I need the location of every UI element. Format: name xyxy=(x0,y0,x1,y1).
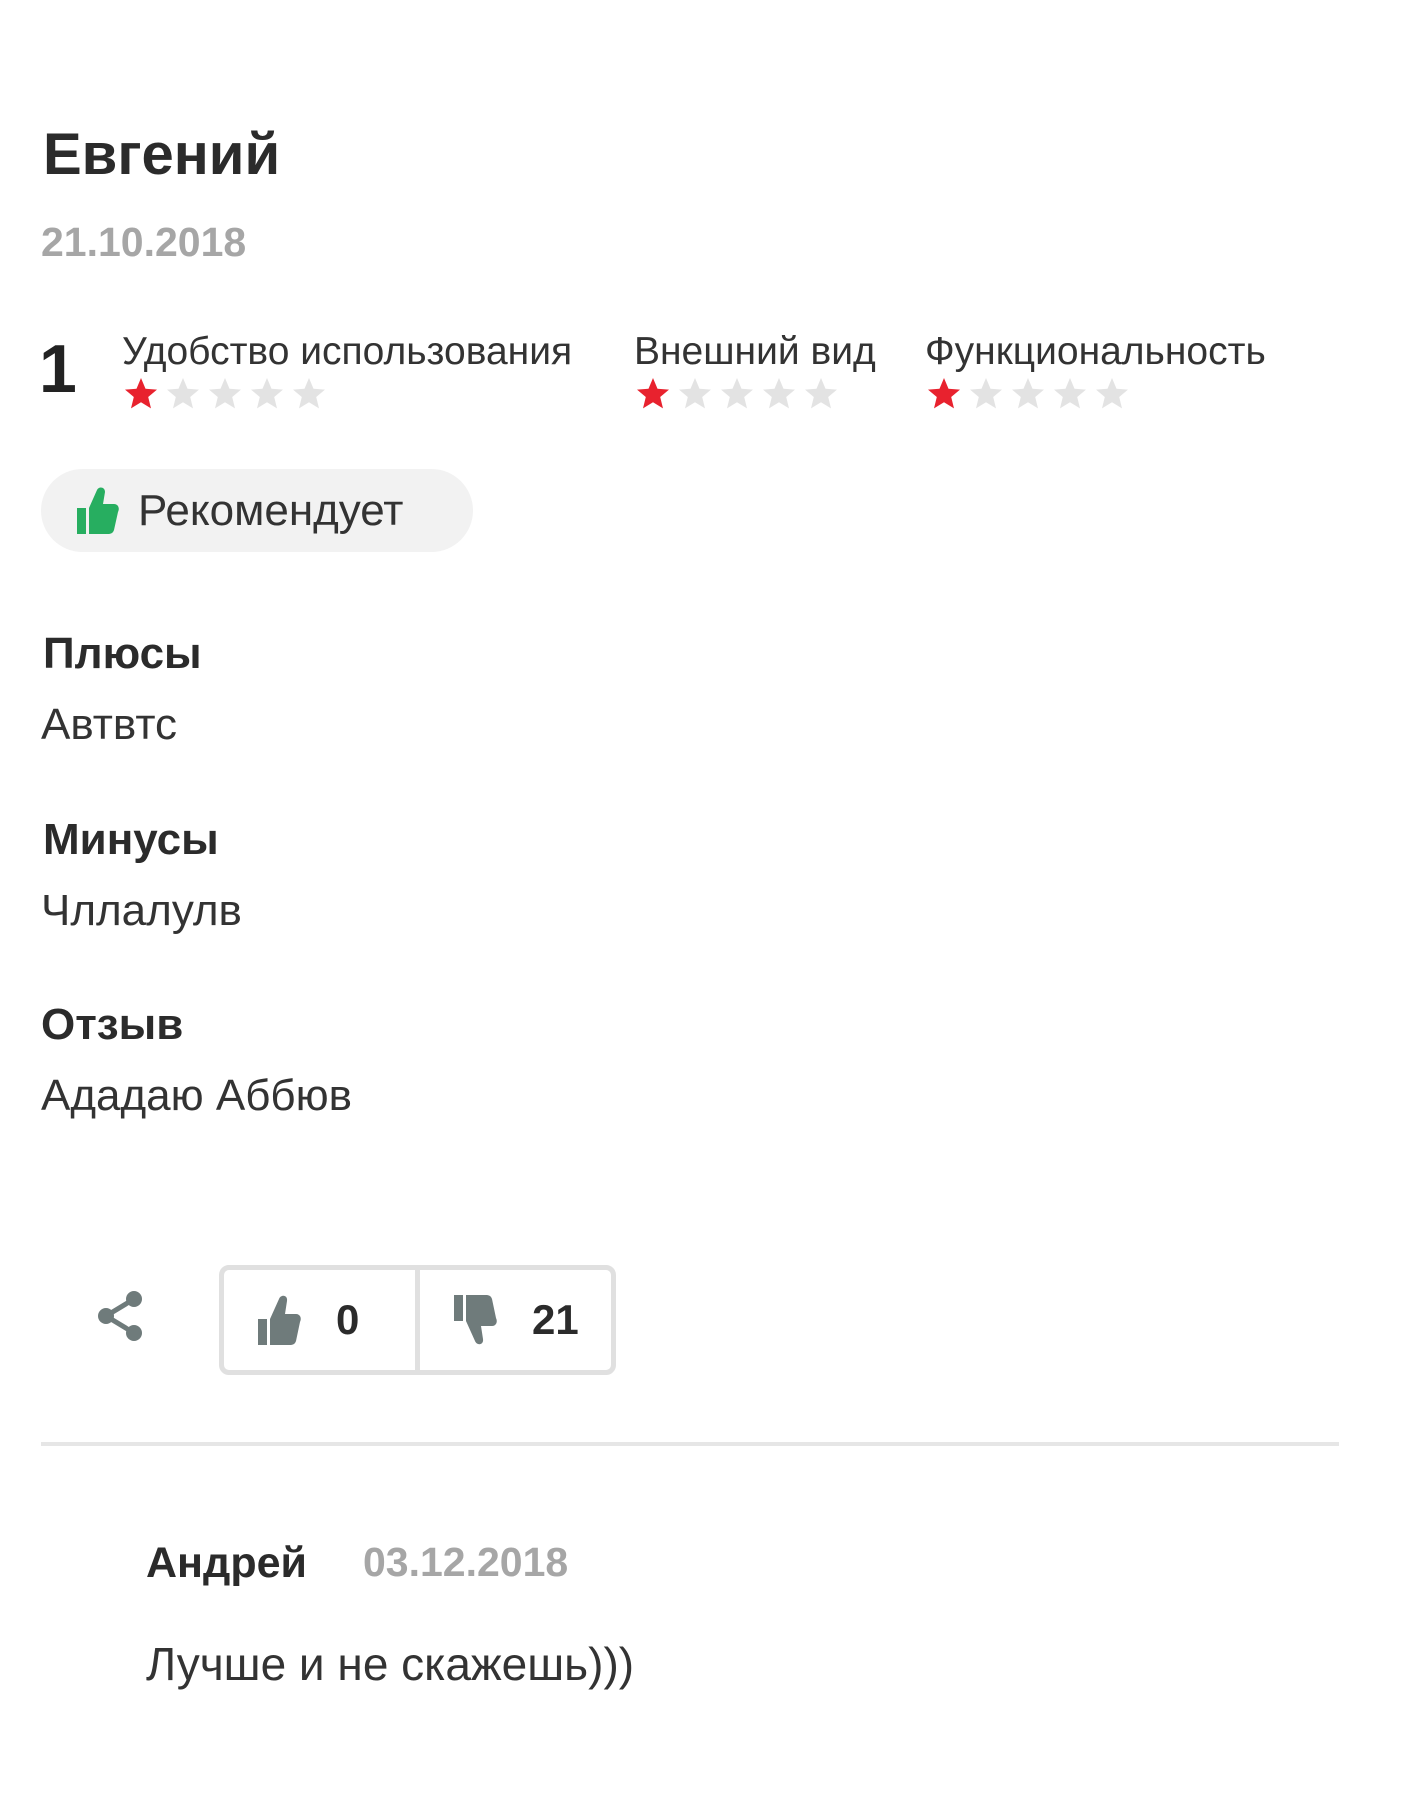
pros-text: Автвтс xyxy=(41,700,177,749)
criterion-functionality: Функциональность xyxy=(925,332,1266,411)
dislike-count: 21 xyxy=(532,1296,579,1343)
criterion-usability: Удобство использования xyxy=(122,332,572,411)
like-count: 0 xyxy=(336,1296,360,1343)
thumbs-down-icon xyxy=(454,1295,497,1345)
recommend-badge: Рекомендует xyxy=(41,469,473,552)
thumbs-up-icon xyxy=(258,1295,301,1345)
star-rating xyxy=(636,377,876,411)
review-date: 21.10.2018 xyxy=(41,219,247,265)
star-empty-icon xyxy=(1012,378,1044,409)
star-empty-icon xyxy=(721,378,753,409)
star-rating xyxy=(927,377,1266,411)
share-icon[interactable] xyxy=(96,1290,144,1342)
star-empty-icon xyxy=(1054,378,1086,409)
recommend-label: Рекомендует xyxy=(138,485,404,535)
star-empty-icon xyxy=(251,378,283,409)
comment-date: 03.12.2018 xyxy=(363,1539,569,1585)
star-filled-icon xyxy=(928,378,960,409)
review-body-text: Ададаю Аббюв xyxy=(41,1071,352,1120)
cons-title: Минусы xyxy=(43,815,219,864)
vote-group: 0 21 xyxy=(219,1265,616,1375)
pros-title: Плюсы xyxy=(43,629,202,678)
star-empty-icon xyxy=(970,378,1002,409)
criterion-appearance: Внешний вид xyxy=(634,332,876,411)
overall-rating: 1 xyxy=(39,331,77,407)
criterion-label: Удобство использования xyxy=(122,330,573,373)
thumbs-up-icon xyxy=(77,487,119,534)
star-empty-icon xyxy=(209,378,241,409)
star-rating xyxy=(124,377,572,411)
star-filled-icon xyxy=(125,378,157,409)
dislike-button[interactable]: 21 xyxy=(415,1270,611,1370)
star-empty-icon xyxy=(805,378,837,409)
criterion-label: Внешний вид xyxy=(634,330,876,373)
star-empty-icon xyxy=(293,378,325,409)
like-button[interactable]: 0 xyxy=(224,1270,415,1370)
star-empty-icon xyxy=(167,378,199,409)
star-empty-icon xyxy=(679,378,711,409)
comment-author-name: Андрей xyxy=(146,1539,307,1587)
star-empty-icon xyxy=(763,378,795,409)
divider xyxy=(41,1442,1339,1446)
review-author-name: Евгений xyxy=(43,122,281,187)
star-empty-icon xyxy=(1096,378,1128,409)
review-body-title: Отзыв xyxy=(41,1000,184,1049)
star-filled-icon xyxy=(637,378,669,409)
criterion-label: Функциональность xyxy=(925,330,1266,373)
comment-text: Лучше и не скажешь))) xyxy=(146,1638,635,1690)
cons-text: Чллалулв xyxy=(41,886,242,935)
